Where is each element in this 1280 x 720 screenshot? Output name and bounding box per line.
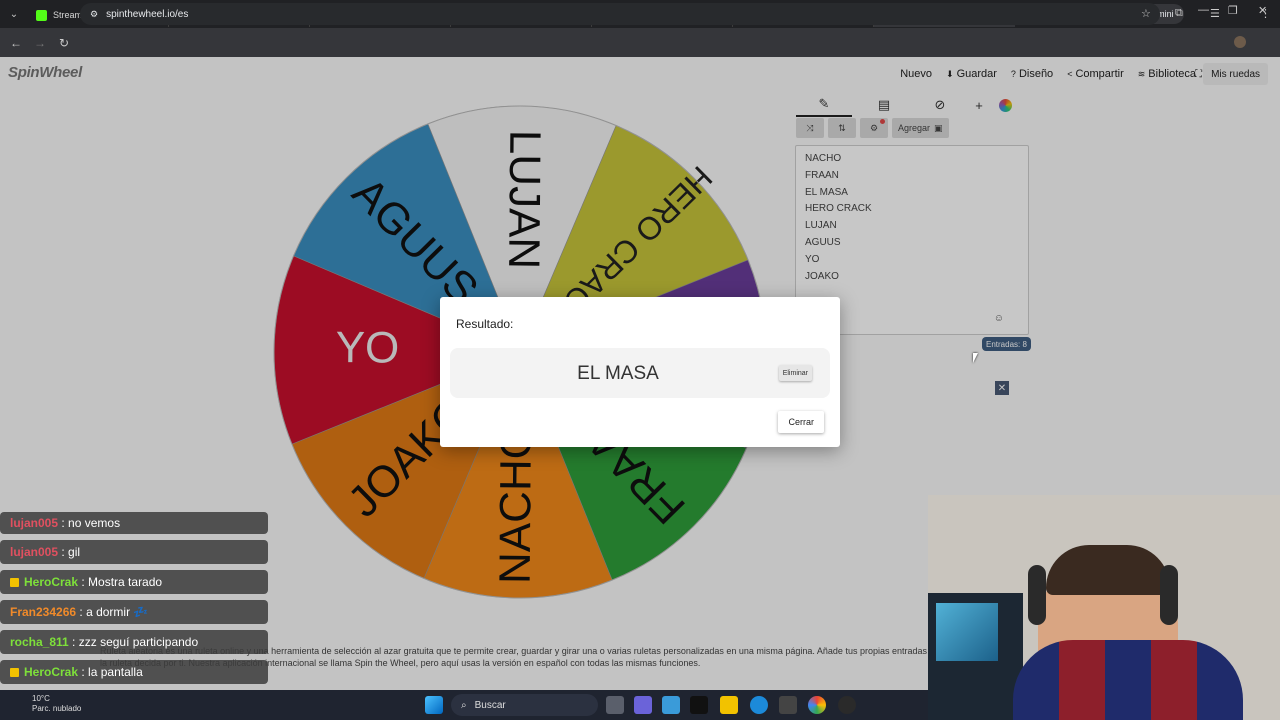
weather-desc: Parc. nublado xyxy=(32,704,82,713)
crown-badge-icon xyxy=(10,667,19,677)
chat-text: Mostra tarado xyxy=(88,575,163,589)
chat-separator: : xyxy=(78,575,89,589)
chat-message: Fran234266 : a dormir 💤 xyxy=(0,600,268,624)
reload-icon[interactable]: ↻ xyxy=(52,36,76,50)
eliminar-button[interactable]: Eliminar xyxy=(778,365,812,381)
mouse-cursor-icon xyxy=(973,353,978,363)
result-dialog: Resultado: EL MASA Eliminar Cerrar xyxy=(440,297,840,447)
chat-separator: : xyxy=(76,605,87,619)
stream-chat: lujan005 : no vemos lujan005 : gil HeroCra… xyxy=(0,512,268,690)
chat-message: lujan005 : gil xyxy=(0,540,268,564)
chat-message: HeroCrak : Mostra tarado xyxy=(0,570,268,594)
profile-avatar[interactable] xyxy=(1234,36,1246,48)
chat-separator: : xyxy=(58,516,69,530)
url-text[interactable]: spinthewheel.io/es xyxy=(106,9,188,20)
bookmark-star-icon[interactable]: ☆ xyxy=(1141,7,1151,20)
chat-text: zzz seguí participando xyxy=(78,635,199,649)
chat-text: la pantalla xyxy=(88,665,143,679)
chat-username: lujan005 xyxy=(10,545,59,559)
forward-icon[interactable]: → xyxy=(28,36,52,50)
extensions-icon[interactable]: ⧉ xyxy=(1175,7,1183,20)
taskbar-search-label: Buscar xyxy=(474,699,506,711)
browser-menu-icon[interactable]: ⋮ xyxy=(1260,7,1271,20)
back-icon[interactable]: ← xyxy=(4,36,28,50)
chat-message: HeroCrak : la pantalla xyxy=(0,660,268,684)
omnibox[interactable]: ⚙ spinthewheel.io/es xyxy=(80,3,1160,25)
crown-badge-icon xyxy=(10,577,19,587)
tab-search-icon[interactable]: ⌄ xyxy=(0,0,28,28)
chat-text: gil xyxy=(68,545,81,559)
chat-separator: : xyxy=(68,635,79,649)
chat-message: lujan005 : no vemos xyxy=(0,512,268,534)
cerrar-button[interactable]: Cerrar xyxy=(778,411,824,433)
search-icon: ⌕ xyxy=(461,699,467,711)
address-bar-row: ← → ↻ xyxy=(0,28,1280,57)
kick-icon xyxy=(36,9,47,21)
chat-separator: : xyxy=(78,665,89,679)
file-explorer-icon[interactable] xyxy=(720,696,738,714)
weather-temp: 10°C xyxy=(32,694,50,703)
chat-separator: : xyxy=(58,545,69,559)
dialog-title: Resultado: xyxy=(456,317,514,331)
chat-username: HeroCrak xyxy=(24,575,79,589)
sidepanel-icon[interactable]: ☰ xyxy=(1210,7,1220,20)
chat-text: no vemos xyxy=(68,516,121,530)
store-icon[interactable] xyxy=(779,696,797,714)
chat-text: a dormir 💤 xyxy=(86,605,149,619)
windows-taskbar: 10°C Parc. nublado ⌕ Buscar xyxy=(0,690,928,720)
copilot-icon[interactable] xyxy=(662,696,680,714)
chat-username: HeroCrak xyxy=(24,665,79,679)
result-winner: EL MASA xyxy=(577,363,659,384)
chat-username: lujan005 xyxy=(10,516,59,530)
start-windows-icon[interactable] xyxy=(425,696,443,714)
task-view-icon[interactable] xyxy=(606,696,624,714)
chat-message: rocha_811 : zzz seguí participando xyxy=(0,630,268,654)
webcam-feed xyxy=(928,495,1280,720)
minimize-icon[interactable]: — xyxy=(1198,4,1209,16)
site-info-icon[interactable]: ⚙ xyxy=(90,9,98,20)
chrome-icon[interactable] xyxy=(808,696,826,714)
chat-username: Fran234266 xyxy=(10,605,77,619)
result-box: EL MASA Eliminar xyxy=(450,348,830,398)
tiktok-icon[interactable] xyxy=(690,696,708,714)
weather-widget[interactable]: 10°C Parc. nublado xyxy=(12,694,81,714)
taskbar-search[interactable]: ⌕ Buscar xyxy=(451,694,598,716)
edge-icon[interactable] xyxy=(750,696,768,714)
obs-icon[interactable] xyxy=(838,696,856,714)
chat-username: rocha_811 xyxy=(10,635,69,649)
teams-icon[interactable] xyxy=(634,696,652,714)
maximize-icon[interactable]: ❐ xyxy=(1228,4,1238,17)
